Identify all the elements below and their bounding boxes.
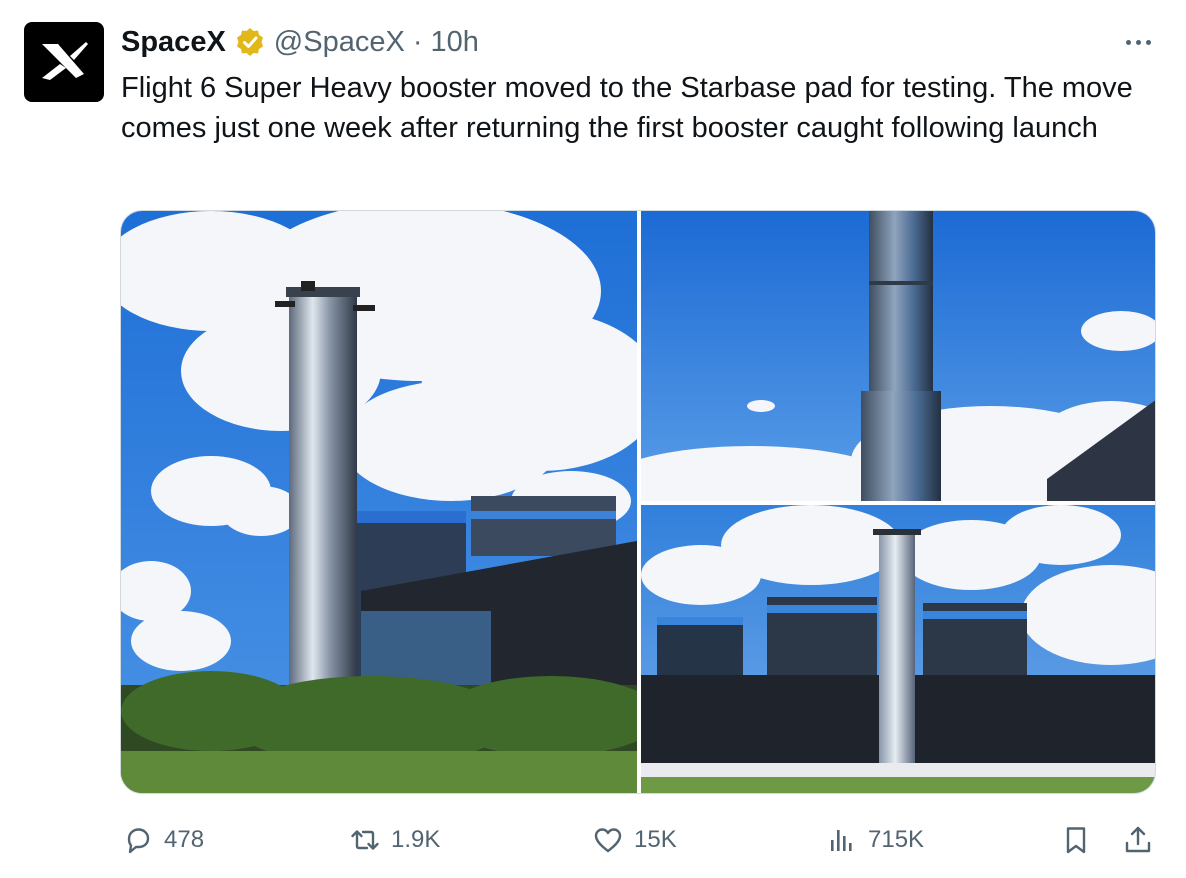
reply-icon	[127, 828, 150, 854]
like-count: 15K	[634, 826, 677, 853]
like-button[interactable]: 15K	[592, 818, 677, 862]
views-button[interactable]: 715K	[826, 818, 924, 862]
photo-1-image	[121, 211, 637, 793]
author-name[interactable]: SpaceX	[121, 26, 226, 59]
photo-2-image	[641, 211, 1155, 501]
more-button[interactable]	[1118, 30, 1158, 54]
avatar[interactable]	[24, 22, 104, 102]
reply-button[interactable]: 478	[122, 818, 204, 862]
more-icon-dot	[1135, 39, 1141, 45]
reply-count: 478	[164, 826, 205, 853]
separator-dot: ·	[412, 25, 423, 58]
bookmark-button[interactable]	[1060, 818, 1092, 862]
analytics-icon	[831, 830, 852, 851]
views-count: 715K	[868, 826, 925, 853]
heart-icon	[594, 828, 622, 853]
bookmark-icon	[1066, 827, 1086, 854]
photo-1[interactable]	[121, 211, 637, 793]
author-handle[interactable]: @SpaceX	[274, 26, 405, 59]
verified-badge-icon[interactable]	[234, 26, 266, 58]
photo-3[interactable]	[641, 505, 1155, 793]
photo-2[interactable]	[641, 211, 1155, 501]
photo-3-image	[641, 505, 1155, 793]
timestamp[interactable]: 10h	[430, 26, 478, 59]
more-icon	[1125, 39, 1131, 45]
repost-count: 1.9K	[391, 826, 441, 853]
tweet-text: Flight 6 Super Heavy booster moved to th…	[121, 72, 1141, 144]
share-button[interactable]	[1122, 818, 1154, 862]
share-icon	[1125, 826, 1151, 853]
retweet-icon	[351, 830, 379, 850]
tweet-actions: 478 1.9K 15K 715K	[0, 818, 1186, 862]
more-icon-dot	[1145, 39, 1151, 45]
repost-button[interactable]: 1.9K	[349, 818, 440, 862]
tweet[interactable]: SpaceX @SpaceX · 10h Flight 6 Super Heav…	[0, 0, 1186, 878]
tweet-header: SpaceX @SpaceX · 10h	[121, 24, 479, 60]
media-grid	[120, 210, 1156, 794]
spacex-logo-icon	[42, 42, 88, 80]
